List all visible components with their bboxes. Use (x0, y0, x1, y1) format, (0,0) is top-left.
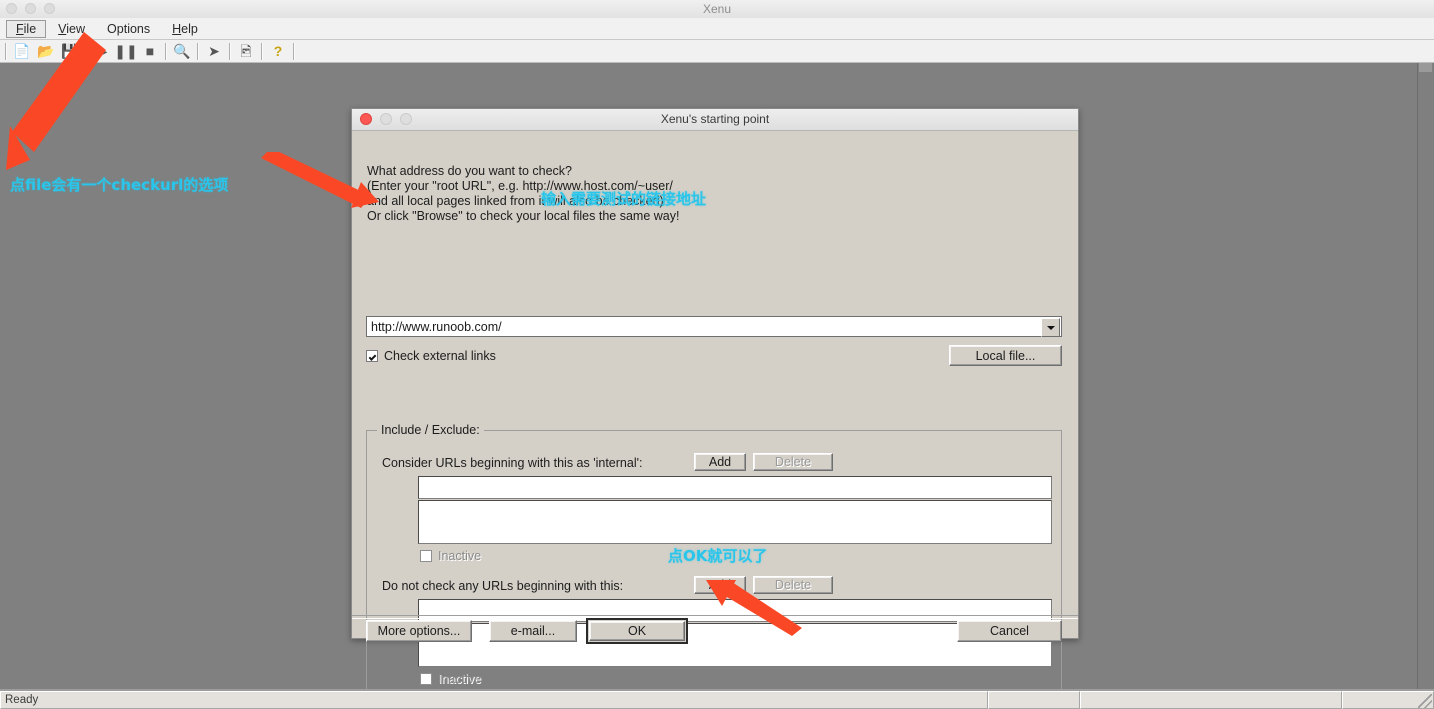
url-combobox[interactable]: http://www.runoob.com/ (366, 316, 1062, 337)
include-inactive-row[interactable]: Inactive (420, 549, 481, 563)
ok-button-focus-ring: OK (586, 618, 688, 644)
dialog-title: Xenu's starting point (660, 112, 770, 126)
toolbar: 📄 📂 💾 ▶ ❚❚ ■ 🔍 ➤ 🖻 ? (0, 40, 1434, 63)
binoculars-icon[interactable]: 🔍 (170, 40, 194, 62)
os-window-title: Xenu (702, 2, 732, 16)
dialog-title-bar: Xenu's starting point (352, 109, 1078, 131)
status-pane-3 (1080, 691, 1342, 709)
cancel-button[interactable]: Cancel (957, 620, 1062, 642)
pause-icon[interactable]: ❚❚ (114, 40, 138, 62)
include-exclude-legend: Include / Exclude: (377, 423, 484, 437)
email-button[interactable]: e-mail... (489, 620, 577, 642)
check-external-links-label: Check external links (384, 349, 496, 363)
include-inactive-checkbox[interactable] (420, 550, 432, 562)
play-icon[interactable]: ▶ (90, 40, 114, 62)
new-file-icon[interactable]: 📄 (10, 40, 34, 62)
url-combobox-dropdown-button[interactable] (1041, 318, 1060, 337)
toolbar-separator (165, 42, 167, 60)
exclude-add-button[interactable]: Add (694, 576, 746, 594)
more-options-button[interactable]: More options... (366, 620, 472, 642)
toolbar-separator (197, 42, 199, 60)
os-title-bar: Xenu (0, 0, 1434, 19)
report-icon[interactable]: 🖻 (234, 40, 258, 62)
exclude-delete-button[interactable]: Delete (753, 576, 833, 594)
exclude-section-label: Do not check any URLs beginning with thi… (382, 579, 624, 593)
include-inactive-label: Inactive (438, 549, 482, 563)
include-delete-button[interactable]: Delete (753, 453, 833, 471)
include-input[interactable] (418, 476, 1052, 499)
menu-item-help[interactable]: Help (162, 20, 208, 38)
include-add-button[interactable]: Add (694, 453, 746, 471)
check-external-links-checkbox[interactable] (366, 350, 378, 362)
status-bar: Ready (0, 689, 1434, 709)
arrow-icon[interactable]: ➤ (202, 40, 226, 62)
check-external-links-row[interactable]: Check external links (366, 349, 496, 363)
application-window: File View Options Help 📄 📂 💾 ▶ ❚❚ ■ 🔍 ➤ … (0, 18, 1434, 709)
footer-separator (352, 615, 1078, 619)
status-pane-2 (988, 691, 1080, 709)
toolbar-separator (5, 42, 7, 60)
resize-grip-icon[interactable] (1418, 694, 1432, 708)
stop-icon[interactable]: ■ (138, 40, 162, 62)
exclude-inactive-checkbox[interactable] (420, 673, 432, 685)
exclude-inactive-row[interactable]: Inactive (420, 672, 481, 686)
ok-button[interactable]: OK (589, 621, 685, 641)
local-file-button[interactable]: Local file... (949, 345, 1062, 366)
exclude-inactive-label: Inactive (438, 672, 482, 686)
include-section-label: Consider URLs beginning with this as 'in… (382, 456, 643, 470)
menu-item-options[interactable]: Options (97, 20, 160, 38)
annotation-url-input: 输入需要测试的链接地址 (541, 190, 707, 208)
annotation-ok-button: 点OK就可以了 (668, 547, 768, 565)
open-folder-icon[interactable]: 📂 (34, 40, 58, 62)
chevron-down-icon (1046, 325, 1055, 330)
vertical-scrollbar[interactable] (1417, 63, 1434, 692)
annotation-file-menu: 点file会有一个checkurl的选项 (10, 176, 229, 194)
toolbar-separator (293, 42, 295, 60)
toolbar-separator (85, 42, 87, 60)
menu-item-view[interactable]: View (48, 20, 95, 38)
menu-bar: File View Options Help (0, 18, 1434, 40)
help-icon[interactable]: ? (266, 40, 290, 62)
scrollbar-thumb[interactable] (1419, 63, 1432, 72)
status-message: Ready (0, 691, 988, 709)
include-listbox[interactable] (418, 500, 1052, 544)
menu-item-file[interactable]: File (6, 19, 47, 38)
save-icon[interactable]: 💾 (58, 40, 82, 62)
toolbar-separator (261, 42, 263, 60)
toolbar-separator (229, 42, 231, 60)
url-input-value[interactable]: http://www.runoob.com/ (367, 320, 502, 334)
